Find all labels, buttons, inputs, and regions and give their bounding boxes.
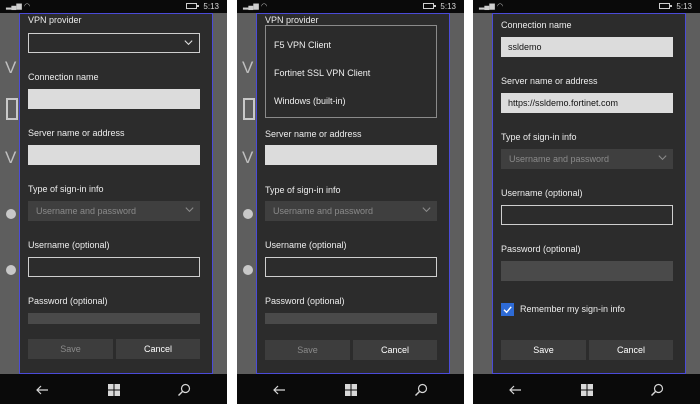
signal-icon: ▂▄▆ [6,3,22,10]
chevron-down-icon [184,40,193,46]
provider-option-fortinet[interactable]: Fortinet SSL VPN Client [274,68,370,78]
vpn-provider-combo[interactable] [28,33,200,53]
server-value: https://ssldemo.fortinet.com [508,98,619,108]
search-icon[interactable] [413,382,429,398]
username-label: Username (optional) [28,240,110,250]
phone-screen-2: ▂▄▆ ◠ 5:13 V V VPN provider F5 VPN Clien… [237,0,464,404]
background-toggle [243,209,253,219]
remember-checkbox[interactable] [501,303,514,316]
save-button[interactable]: Save [28,339,113,359]
username-input[interactable] [28,257,200,277]
username-label: Username (optional) [265,240,347,250]
windows-logo-icon[interactable] [343,382,359,398]
battery-icon [423,3,436,9]
cancel-button[interactable]: Cancel [353,340,437,360]
background-heading-2: V [242,148,254,167]
search-icon[interactable] [649,382,665,398]
background-toggle-2 [6,265,16,275]
username-input[interactable] [501,205,673,225]
connection-name-label: Connection name [501,20,572,30]
status-bar: ▂▄▆ ◠ 5:13 [0,0,227,13]
connection-name-input[interactable] [28,89,200,109]
provider-option-windows[interactable]: Windows (built-in) [274,96,346,106]
username-label: Username (optional) [501,188,583,198]
server-label: Server name or address [501,76,598,86]
password-input[interactable] [501,261,673,281]
chevron-down-icon [422,207,431,213]
checkmark-icon [503,306,512,314]
signin-type-label: Type of sign-in info [265,185,341,195]
add-vpn-dialog: VPN provider Connection name Server name… [19,13,213,374]
background-heading-2: V [5,148,17,167]
signin-type-value: Username and password [36,206,137,216]
nav-bar [237,374,464,404]
password-label: Password (optional) [265,296,345,306]
signin-type-combo[interactable]: Username and password [265,201,437,221]
connection-name-input[interactable]: ssldemo [501,37,673,57]
signin-type-value: Username and password [509,154,610,164]
windows-logo-icon[interactable] [579,382,595,398]
background-box [6,98,18,120]
phone-screen-3: ▂▄▆ ◠ 5:13 Connection name ssldemo Serve… [473,0,700,404]
background-heading: V [242,58,254,77]
status-bar: ▂▄▆ ◠ 5:13 [473,0,700,13]
vpn-provider-dropdown: F5 VPN Client Fortinet SSL VPN Client Wi… [265,25,437,118]
chevron-down-icon [658,155,667,161]
signin-type-label: Type of sign-in info [501,132,577,142]
server-input[interactable] [28,145,200,165]
status-time: 5:13 [676,2,692,11]
password-input[interactable] [265,313,437,324]
server-label: Server name or address [265,129,362,139]
status-bar: ▂▄▆ ◠ 5:13 [237,0,464,13]
background-toggle [6,209,16,219]
vpn-provider-label: VPN provider [28,15,82,25]
search-icon[interactable] [176,382,192,398]
chevron-down-icon [185,207,194,213]
cancel-button[interactable]: Cancel [116,339,200,359]
add-vpn-dialog: Connection name ssldemo Server name or a… [492,13,686,374]
connection-name-value: ssldemo [508,42,542,52]
nav-bar [0,374,227,404]
wifi-icon: ◠ [497,3,504,10]
background-toggle-2 [243,265,253,275]
signin-type-combo[interactable]: Username and password [501,149,673,169]
connection-name-label: Connection name [28,72,99,82]
password-input[interactable] [28,313,200,324]
save-button[interactable]: Save [501,340,586,360]
signin-type-value: Username and password [273,206,374,216]
password-label: Password (optional) [501,244,581,254]
back-arrow-icon[interactable] [271,382,287,398]
server-input[interactable] [265,145,437,165]
add-vpn-dialog: VPN provider F5 VPN Client Fortinet SSL … [256,13,450,374]
status-time: 5:13 [440,2,456,11]
provider-option-f5[interactable]: F5 VPN Client [274,40,331,50]
nav-bar [473,374,700,404]
username-input[interactable] [265,257,437,277]
phone-screen-1: ▂▄▆ ◠ 5:13 V V VPN provider Connection n… [0,0,227,404]
signin-type-combo[interactable]: Username and password [28,201,200,221]
battery-icon [659,3,672,9]
background-box [243,98,255,120]
save-button[interactable]: Save [265,340,350,360]
remember-label: Remember my sign-in info [520,304,626,314]
status-time: 5:13 [203,2,219,11]
wifi-icon: ◠ [24,3,31,10]
server-label: Server name or address [28,128,125,138]
windows-logo-icon[interactable] [106,382,122,398]
signin-type-label: Type of sign-in info [28,184,104,194]
server-input[interactable]: https://ssldemo.fortinet.com [501,93,673,113]
signal-icon: ▂▄▆ [243,3,259,10]
back-arrow-icon[interactable] [507,382,523,398]
back-arrow-icon[interactable] [34,382,50,398]
wifi-icon: ◠ [261,3,268,10]
signal-icon: ▂▄▆ [479,3,495,10]
background-heading: V [5,58,17,77]
password-label: Password (optional) [28,296,108,306]
vpn-provider-label: VPN provider [265,15,319,25]
battery-icon [186,3,199,9]
cancel-button[interactable]: Cancel [589,340,673,360]
